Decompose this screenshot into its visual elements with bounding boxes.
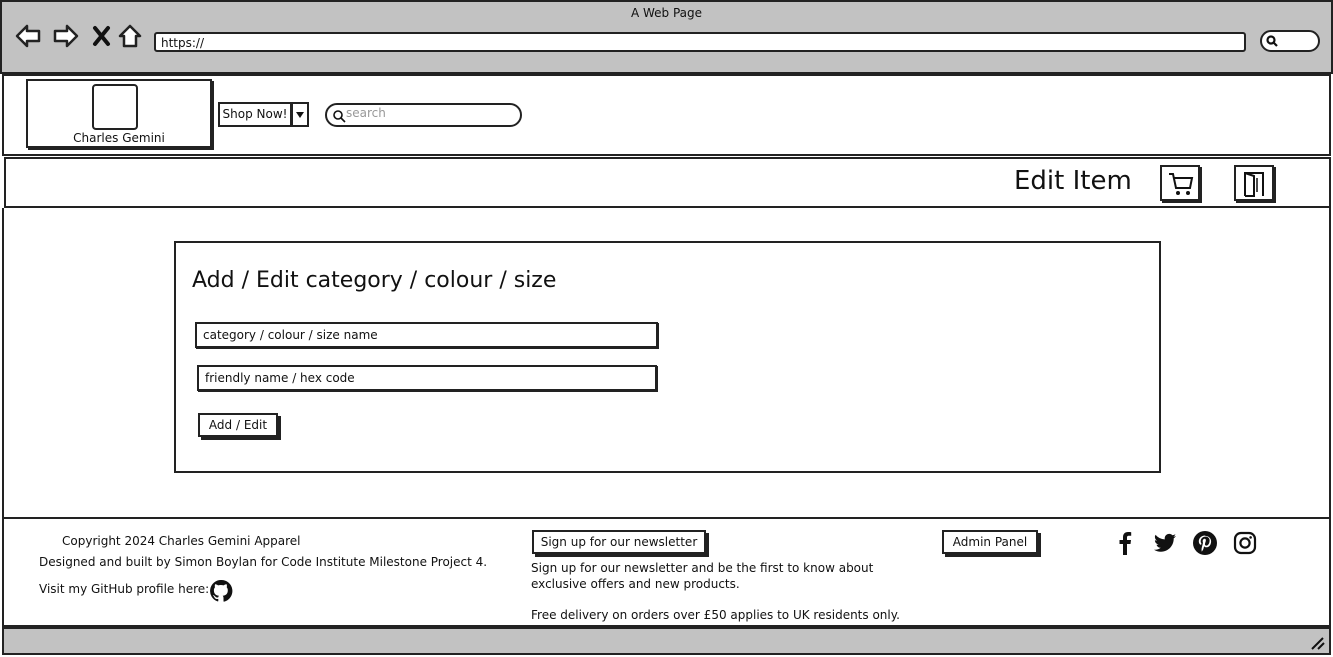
back-arrow-icon[interactable] <box>14 22 42 50</box>
logo-image <box>92 84 138 130</box>
friendly-name-input[interactable]: friendly name / hex code <box>197 365 657 391</box>
resize-grip-icon[interactable] <box>1310 636 1326 650</box>
page-title-bar <box>4 157 1331 208</box>
shop-dropdown-toggle[interactable] <box>291 102 309 127</box>
forward-arrow-icon[interactable] <box>52 22 80 50</box>
browser-status-bar <box>2 627 1331 655</box>
browser-search-field[interactable] <box>1260 30 1320 52</box>
pinterest-icon[interactable] <box>1192 530 1218 556</box>
close-x-icon[interactable] <box>88 22 116 50</box>
door-exit-icon <box>1244 172 1264 197</box>
admin-panel-button[interactable]: Admin Panel <box>942 530 1038 554</box>
search-placeholder: search <box>346 106 386 120</box>
cart-icon <box>1169 173 1194 195</box>
instagram-icon[interactable] <box>1232 530 1258 556</box>
delivery-note: Free delivery on orders over £50 applies… <box>531 608 900 622</box>
github-text: Visit my GitHub profile here: <box>39 582 210 596</box>
form-heading: Add / Edit category / colour / size <box>192 268 557 293</box>
home-icon[interactable] <box>116 22 144 50</box>
newsletter-text-line2: exclusive offers and new products. <box>531 577 740 591</box>
chevron-down-icon <box>296 112 304 118</box>
url-bar[interactable]: https:// <box>154 32 1246 52</box>
cart-button[interactable] <box>1160 165 1200 201</box>
logo-text: Charles Gemini <box>73 131 165 145</box>
github-icon[interactable] <box>209 579 233 603</box>
category-name-input[interactable]: category / colour / size name <box>195 322 658 348</box>
search-icon <box>333 110 346 123</box>
newsletter-text-line1: Sign up for our newsletter and be the fi… <box>531 561 874 575</box>
logout-button[interactable] <box>1234 165 1274 201</box>
copyright-text: Copyright 2024 Charles Gemini Apparel <box>62 534 301 548</box>
designed-by-text: Designed and built by Simon Boylan for C… <box>39 555 488 569</box>
shop-now-button[interactable]: Shop Now! <box>218 102 292 127</box>
window-title: A Web Page <box>630 6 703 20</box>
add-edit-button[interactable]: Add / Edit <box>198 413 278 437</box>
search-icon <box>1266 35 1278 47</box>
page-title: Edit Item <box>1014 166 1132 196</box>
newsletter-signup-button[interactable]: Sign up for our newsletter <box>532 530 706 554</box>
twitter-icon[interactable] <box>1152 530 1178 556</box>
facebook-icon[interactable] <box>1112 530 1138 556</box>
